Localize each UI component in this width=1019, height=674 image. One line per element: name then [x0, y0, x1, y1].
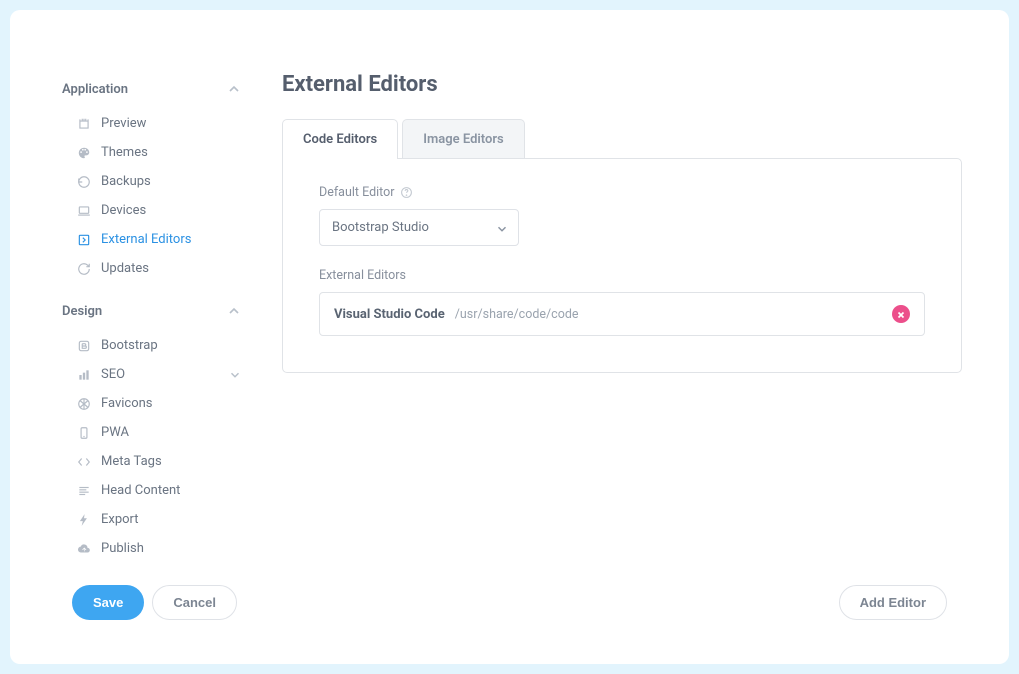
sidebar-item-label: Favicons [101, 396, 153, 411]
bolt-icon [77, 513, 91, 527]
section-items-design: Bootstrap SEO Favicons [62, 331, 242, 563]
default-editor-select-wrap: Bootstrap Studio [319, 209, 519, 246]
page-title: External Editors [282, 72, 962, 97]
chevron-down-icon [228, 368, 242, 382]
sidebar-item-export[interactable]: Export [62, 505, 242, 534]
chevron-up-icon [226, 81, 242, 97]
sidebar-item-bootstrap[interactable]: Bootstrap [62, 331, 242, 360]
external-editors-label: External Editors [319, 268, 925, 283]
sidebar-item-label: Updates [101, 261, 149, 276]
palette-icon [77, 146, 91, 160]
default-editor-label: Default Editor [319, 185, 925, 200]
external-editor-icon [77, 233, 91, 247]
laptop-icon [77, 204, 91, 218]
sidebar-item-label: Head Content [101, 483, 180, 498]
sidebar-item-label: Meta Tags [101, 454, 162, 469]
sidebar-item-label: Preview [101, 116, 146, 131]
sidebar: Application Preview Themes [62, 75, 242, 577]
sidebar-item-label: Bootstrap [101, 338, 158, 353]
sidebar-item-head-content[interactable]: Head Content [62, 476, 242, 505]
tabs: Code Editors Image Editors [282, 119, 962, 159]
sidebar-item-favicons[interactable]: Favicons [62, 389, 242, 418]
tab-panel: Default Editor Bootstrap Studio External… [282, 158, 962, 373]
sidebar-item-external-editors[interactable]: External Editors [62, 225, 242, 254]
chevron-up-icon [226, 303, 242, 319]
tab-code-editors[interactable]: Code Editors [282, 119, 398, 159]
main-content: External Editors Code Editors Image Edit… [282, 72, 962, 373]
close-icon [896, 305, 906, 324]
default-editor-select[interactable]: Bootstrap Studio [319, 209, 519, 246]
section-items-application: Preview Themes Backups Devices [62, 109, 242, 283]
sidebar-item-publish[interactable]: Publish [62, 534, 242, 563]
align-left-icon [77, 484, 91, 498]
sidebar-item-meta-tags[interactable]: Meta Tags [62, 447, 242, 476]
sidebar-item-seo[interactable]: SEO [62, 360, 242, 389]
editor-name: Visual Studio Code [334, 307, 445, 322]
section-title: Design [62, 304, 102, 319]
footer-right: Add Editor [839, 585, 947, 620]
sidebar-item-label: SEO [101, 367, 125, 382]
remove-editor-button[interactable] [892, 305, 910, 323]
sidebar-item-label: Themes [101, 145, 148, 160]
settings-panel: Application Preview Themes [10, 10, 1009, 664]
cancel-button[interactable]: Cancel [152, 585, 237, 620]
section-title: Application [62, 82, 128, 97]
bootstrap-icon [77, 339, 91, 353]
sidebar-item-label: Publish [101, 541, 144, 556]
sidebar-item-themes[interactable]: Themes [62, 138, 242, 167]
sidebar-item-updates[interactable]: Updates [62, 254, 242, 283]
smartphone-icon [77, 426, 91, 440]
history-icon [77, 175, 91, 189]
code-icon [77, 455, 91, 469]
preview-icon [77, 117, 91, 131]
sidebar-item-devices[interactable]: Devices [62, 196, 242, 225]
sidebar-item-label: External Editors [101, 232, 191, 247]
save-button[interactable]: Save [72, 585, 144, 620]
editor-path: /usr/share/code/code [455, 307, 882, 322]
aperture-icon [77, 397, 91, 411]
sidebar-item-label: PWA [101, 425, 129, 440]
editor-row[interactable]: Visual Studio Code /usr/share/code/code [319, 292, 925, 336]
sidebar-item-label: Backups [101, 174, 151, 189]
sidebar-item-label: Devices [101, 203, 146, 218]
refresh-icon [77, 262, 91, 276]
add-editor-button[interactable]: Add Editor [839, 585, 947, 620]
section-header-application[interactable]: Application [62, 75, 242, 103]
sidebar-item-label: Export [101, 512, 139, 527]
sidebar-item-preview[interactable]: Preview [62, 109, 242, 138]
footer: Save Cancel Add Editor [72, 585, 947, 620]
cloud-upload-icon [77, 542, 91, 556]
chart-icon [77, 368, 91, 382]
sidebar-item-backups[interactable]: Backups [62, 167, 242, 196]
help-icon[interactable] [400, 186, 413, 199]
sidebar-item-pwa[interactable]: PWA [62, 418, 242, 447]
tab-image-editors[interactable]: Image Editors [402, 119, 524, 159]
section-header-design[interactable]: Design [62, 297, 242, 325]
